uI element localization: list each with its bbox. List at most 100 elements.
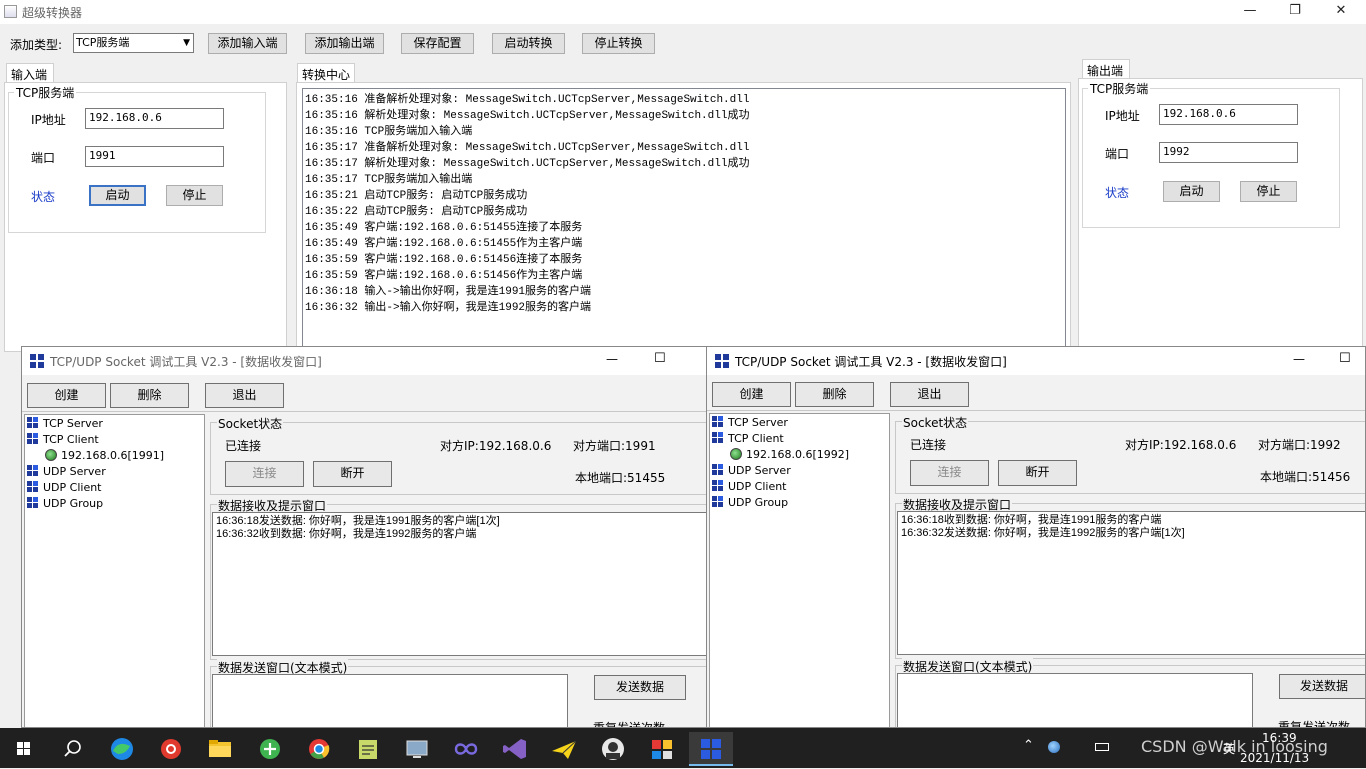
create-button[interactable]: 创建 xyxy=(27,383,106,408)
type-select-value: TCP服务端 xyxy=(76,36,130,49)
send-textarea[interactable] xyxy=(897,673,1253,727)
input-port-field[interactable]: 1991 xyxy=(85,146,224,167)
connection-tree[interactable]: TCP Server TCP Client 192.168.0.6[1992] … xyxy=(709,413,890,727)
input-ip-field[interactable]: 192.168.0.6 xyxy=(85,108,224,129)
output-ip-field[interactable]: 192.168.0.6 xyxy=(1159,104,1298,125)
log-textbox[interactable]: 16:35:16 准备解析处理对象: MessageSwitch.UCTcpSe… xyxy=(302,88,1066,350)
recv-line: 16:36:18发送数据: 你好啊，我是连1991服务的客户端[1次] xyxy=(216,515,500,527)
connection-state: 已连接 xyxy=(225,439,262,453)
send-data-button[interactable]: 发送数据 xyxy=(1279,674,1365,699)
input-panel: TCP服务端 IP地址 192.168.0.6 端口 1991 状态 启动 停止 xyxy=(4,82,287,352)
connect-button[interactable]: 连接 xyxy=(225,461,304,487)
exit-button[interactable]: 退出 xyxy=(205,383,284,408)
create-button[interactable]: 创建 xyxy=(712,382,791,407)
stop-convert-button[interactable]: 停止转换 xyxy=(582,33,655,54)
tree-item-tcp-server[interactable]: TCP Server xyxy=(712,416,788,429)
chrome-icon[interactable] xyxy=(297,732,341,766)
avatar-app-icon[interactable] xyxy=(591,732,635,766)
tree-label: TCP Server xyxy=(43,417,103,430)
maximize-button[interactable]: ☐ xyxy=(1339,351,1351,366)
delete-button[interactable]: 删除 xyxy=(110,383,189,408)
minimize-button[interactable]: — xyxy=(1293,352,1305,366)
add-output-button[interactable]: 添加输出端 xyxy=(305,33,384,54)
taskbar: ⌃ CSDN @Walk in loosing 英 16:39 2021/11/… xyxy=(0,728,1366,768)
connection-tree[interactable]: TCP Server TCP Client 192.168.0.6[1991] … xyxy=(24,414,205,727)
save-config-button[interactable]: 保存配置 xyxy=(401,33,474,54)
main-title-bar: 超级转换器 — ❐ ✕ xyxy=(0,0,1366,24)
output-ip-label: IP地址 xyxy=(1105,109,1140,123)
minimize-button[interactable]: — xyxy=(606,352,618,366)
maximize-button[interactable]: ☐ xyxy=(654,351,666,366)
edge-icon[interactable] xyxy=(100,732,144,766)
input-stop-button[interactable]: 停止 xyxy=(166,185,223,206)
tab-center[interactable]: 转换中心 xyxy=(297,63,355,83)
clock-date[interactable]: 2021/11/13 xyxy=(1240,751,1309,765)
local-port: 本地端口:51456 xyxy=(1260,470,1351,484)
tab-output[interactable]: 输出端 xyxy=(1082,59,1130,79)
type-select[interactable]: TCP服务端 ▼ xyxy=(73,33,194,53)
output-status-label: 状态 xyxy=(1105,186,1130,200)
tcp-client-icon xyxy=(27,433,38,444)
recv-textarea[interactable]: 16:36:18发送数据: 你好啊，我是连1991服务的客户端[1次] 16:3… xyxy=(212,512,709,656)
windows-start-icon[interactable] xyxy=(2,732,46,766)
tree-item-udp-group[interactable]: UDP Group xyxy=(27,497,103,510)
recv-textarea[interactable]: 16:36:18收到数据: 你好啊，我是连1991服务的客户端 16:36:32… xyxy=(897,511,1365,655)
tree-label: TCP Client xyxy=(728,432,784,445)
tree-item-tcp-server[interactable]: TCP Server xyxy=(27,417,103,430)
tree-item-client-node[interactable]: 192.168.0.6[1992] xyxy=(730,448,849,461)
tree-item-udp-server[interactable]: UDP Server xyxy=(27,465,106,478)
tree-item-tcp-client[interactable]: TCP Client xyxy=(712,432,784,445)
tree-item-udp-client[interactable]: UDP Client xyxy=(712,480,787,493)
input-group-caption: TCP服务端 xyxy=(14,84,77,101)
connect-button[interactable]: 连接 xyxy=(910,460,989,486)
restore-button[interactable]: ❐ xyxy=(1272,0,1318,24)
ime-indicator[interactable]: 英 xyxy=(1223,740,1235,757)
udp-server-icon xyxy=(712,464,723,475)
udp-client-icon xyxy=(712,480,723,491)
battery-icon[interactable] xyxy=(1095,743,1109,751)
infinity-app-icon[interactable] xyxy=(444,732,488,766)
start-convert-button[interactable]: 启动转换 xyxy=(492,33,565,54)
chevron-up-icon[interactable]: ⌃ xyxy=(1023,738,1034,753)
tree-item-udp-client[interactable]: UDP Client xyxy=(27,481,102,494)
tree-item-udp-group[interactable]: UDP Group xyxy=(712,496,788,509)
center-panel: 16:35:16 准备解析处理对象: MessageSwitch.UCTcpSe… xyxy=(296,82,1071,352)
exit-button[interactable]: 退出 xyxy=(890,382,969,407)
tree-item-udp-server[interactable]: UDP Server xyxy=(712,464,791,477)
send-textarea[interactable] xyxy=(212,674,568,727)
log-line: 16:35:16 TCP服务端加入输入端 xyxy=(305,126,473,138)
tab-input[interactable]: 输入端 xyxy=(6,63,54,83)
toolbar-divider xyxy=(707,410,1365,411)
visual-studio-icon[interactable] xyxy=(493,732,537,766)
repeat-count-label: 重复发送次数 xyxy=(1278,720,1351,728)
log-line: 16:35:22 启动TCP服务: 启动TCP服务成功 xyxy=(305,206,528,218)
file-explorer-icon[interactable] xyxy=(198,732,242,766)
remote-desktop-icon[interactable] xyxy=(395,732,439,766)
paper-plane-icon[interactable] xyxy=(542,732,586,766)
tree-item-client-node[interactable]: 192.168.0.6[1991] xyxy=(45,449,164,462)
output-group-caption: TCP服务端 xyxy=(1088,80,1151,97)
output-port-field[interactable]: 1992 xyxy=(1159,142,1298,163)
input-start-button[interactable]: 启动 xyxy=(89,185,146,206)
tcp-client-icon xyxy=(712,432,723,443)
peer-port: 对方端口:1991 xyxy=(573,439,656,453)
disconnect-button[interactable]: 断开 xyxy=(998,460,1077,486)
close-button[interactable]: ✕ xyxy=(1318,0,1364,24)
network-globe-icon[interactable] xyxy=(1048,741,1060,753)
disconnect-button[interactable]: 断开 xyxy=(313,461,392,487)
delete-button[interactable]: 删除 xyxy=(795,382,874,407)
socket-tool-icon[interactable] xyxy=(689,732,733,766)
output-stop-button[interactable]: 停止 xyxy=(1240,181,1297,202)
send-data-button[interactable]: 发送数据 xyxy=(594,675,686,700)
add-input-button[interactable]: 添加输入端 xyxy=(208,33,287,54)
tree-item-tcp-client[interactable]: TCP Client xyxy=(27,433,99,446)
minimize-button[interactable]: — xyxy=(1227,0,1273,24)
clock-time[interactable]: 16:39 xyxy=(1262,731,1297,745)
notepad-icon[interactable] xyxy=(346,732,390,766)
log-line: 16:35:49 客户端:192.168.0.6:51455连接了本服务 xyxy=(305,222,583,234)
green-app-icon[interactable] xyxy=(248,732,292,766)
search-icon[interactable] xyxy=(50,732,94,766)
tool-app-icon[interactable] xyxy=(640,732,684,766)
netease-music-icon[interactable] xyxy=(149,732,193,766)
output-start-button[interactable]: 启动 xyxy=(1163,181,1220,202)
